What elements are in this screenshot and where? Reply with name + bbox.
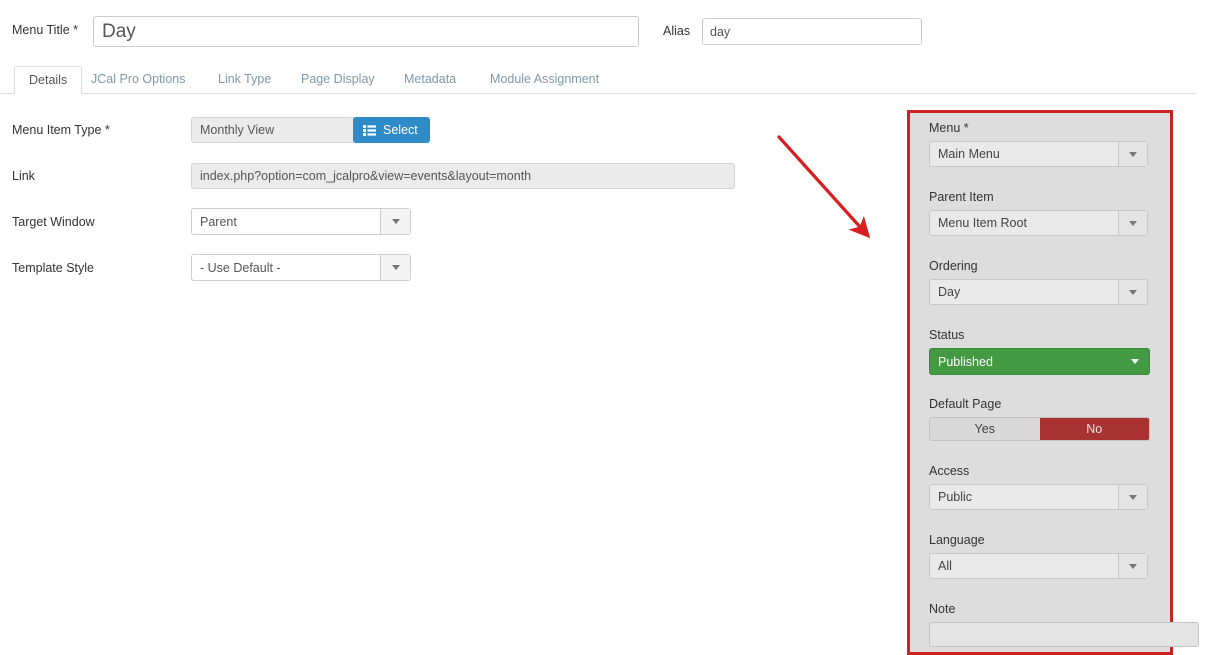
link-label: Link: [12, 169, 35, 183]
menu-item-type-select-button[interactable]: Select: [353, 117, 430, 143]
template-style-select[interactable]: - Use Default -: [191, 254, 411, 281]
default-page-label: Default Page: [929, 397, 1002, 411]
access-select[interactable]: Public: [929, 484, 1148, 510]
menu-item-type-label: Menu Item Type *: [12, 123, 110, 137]
language-label: Language: [929, 533, 985, 547]
chevron-down-icon: [1118, 280, 1147, 304]
menu-item-edit-page: Menu Title * Alias Details JCal Pro Opti…: [0, 0, 1210, 655]
sidebar-panel-highlight: Menu * Main Menu Parent Item Menu Item R…: [907, 110, 1199, 655]
chevron-down-icon: [1118, 554, 1147, 578]
target-window-value: Parent: [200, 214, 237, 229]
alias-label: Alias: [663, 24, 691, 38]
menu-label: Menu *: [929, 121, 969, 135]
link-text: index.php?option=com_jcalpro&view=events…: [200, 169, 532, 183]
menu-title-label: Menu Title *: [12, 23, 79, 37]
language-select[interactable]: All: [929, 553, 1148, 579]
ordering-label: Ordering: [929, 259, 978, 273]
tab-module-assignment[interactable]: Module Assignment: [476, 66, 613, 94]
chevron-down-icon: [1118, 211, 1147, 235]
tab-metadata[interactable]: Metadata: [390, 66, 470, 94]
tab-page-display[interactable]: Page Display: [287, 66, 389, 94]
menu-select[interactable]: Main Menu: [929, 141, 1148, 167]
parent-item-label: Parent Item: [929, 190, 994, 204]
note-input[interactable]: [929, 622, 1199, 647]
tab-details[interactable]: Details: [14, 66, 83, 94]
alias-input[interactable]: [702, 18, 922, 45]
access-label: Access: [929, 464, 970, 478]
template-style-value: - Use Default -: [200, 260, 281, 275]
parent-item-value: Menu Item Root: [938, 216, 1027, 230]
list-icon: [363, 124, 376, 136]
chevron-down-icon: [380, 209, 410, 234]
ordering-value: Day: [938, 285, 961, 299]
select-button-label: Select: [383, 123, 418, 137]
ordering-select[interactable]: Day: [929, 279, 1148, 305]
tab-bar: Details JCal Pro Options Link Type Page …: [0, 66, 1196, 94]
access-value: Public: [938, 490, 973, 504]
tab-jcal-pro-options[interactable]: JCal Pro Options: [77, 66, 199, 94]
red-arrow-annotation-icon: [777, 135, 871, 239]
target-window-label: Target Window: [12, 215, 95, 229]
menu-item-type-value: Monthly View: [191, 117, 356, 143]
default-page-yes-button[interactable]: Yes: [930, 418, 1040, 440]
title-row: Menu Title * Alias: [0, 0, 1210, 62]
target-window-select[interactable]: Parent: [191, 208, 411, 235]
status-select[interactable]: Published: [929, 348, 1150, 375]
status-label: Status: [929, 328, 965, 342]
menu-title-input[interactable]: [93, 16, 639, 47]
status-value: Published: [938, 354, 993, 369]
chevron-down-icon: [1120, 349, 1149, 374]
tab-link-type[interactable]: Link Type: [204, 66, 285, 94]
menu-value: Main Menu: [938, 147, 1000, 161]
language-value: All: [938, 559, 952, 573]
chevron-down-icon: [380, 255, 410, 280]
chevron-down-icon: [1118, 485, 1147, 509]
sidebar-panel: Menu * Main Menu Parent Item Menu Item R…: [910, 113, 1199, 652]
note-label: Note: [929, 602, 956, 616]
link-value: index.php?option=com_jcalpro&view=events…: [191, 163, 735, 189]
default-page-no-button[interactable]: No: [1039, 418, 1149, 440]
default-page-toggle[interactable]: Yes No: [929, 417, 1150, 441]
parent-item-select[interactable]: Menu Item Root: [929, 210, 1148, 236]
chevron-down-icon: [1118, 142, 1147, 166]
template-style-label: Template Style: [12, 261, 94, 275]
menu-item-type-text: Monthly View: [200, 123, 275, 137]
